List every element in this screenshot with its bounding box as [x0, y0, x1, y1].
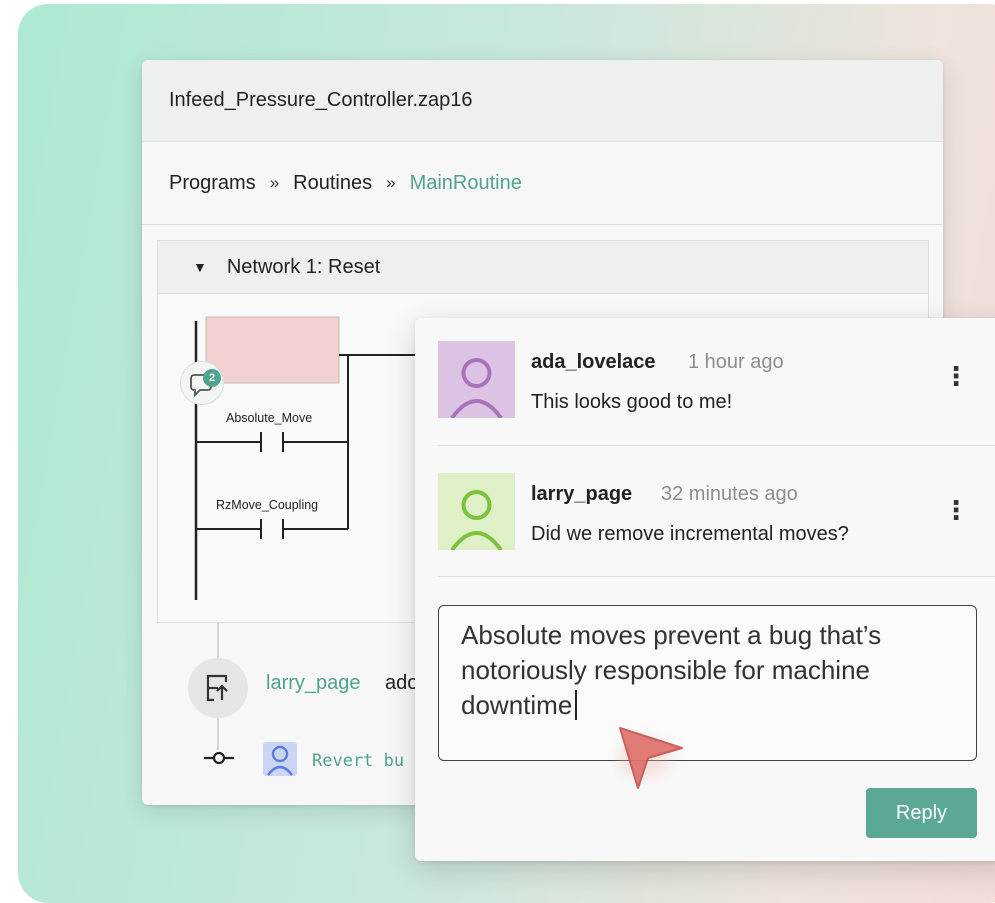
user-icon — [450, 358, 503, 420]
divider — [438, 576, 995, 577]
reply-textarea[interactable]: Absolute moves prevent a bug that’s noto… — [438, 605, 977, 761]
text-caret — [575, 690, 578, 720]
commit-node-icon — [204, 751, 234, 765]
reply-text: Absolute moves prevent a bug that’s noto… — [461, 620, 882, 720]
collapse-triangle-icon[interactable]: ▼ — [193, 259, 207, 275]
more-options-icon[interactable]: ⋮ — [943, 497, 969, 523]
breadcrumb: Programs » Routines » MainRoutine — [142, 142, 943, 225]
network-title: Network 1: Reset — [226, 255, 381, 278]
comment-count-badge: 2 — [203, 369, 221, 387]
pointer-cursor-icon — [618, 727, 683, 789]
avatar — [438, 473, 515, 552]
breadcrumb-routines[interactable]: Routines — [293, 172, 372, 195]
comment-text: This looks good to me! — [531, 391, 733, 413]
avatar — [438, 341, 515, 420]
commit-message[interactable]: Revert bu — [312, 751, 404, 771]
divider — [438, 445, 995, 446]
user-icon — [450, 490, 503, 552]
contact-label-rzmove-coupling: RzMove_Coupling — [216, 498, 319, 512]
user-icon — [267, 745, 293, 776]
commit-avatar — [263, 742, 297, 776]
breadcrumb-mainroutine[interactable]: MainRoutine — [410, 172, 522, 195]
comment-item: larry_page 32 minutes ago Did we remove … — [438, 473, 978, 583]
comment-item: ada_lovelace 1 hour ago This looks good … — [438, 341, 978, 451]
comment-timestamp: 1 hour ago — [688, 351, 784, 373]
comment-timestamp: 32 minutes ago — [661, 483, 798, 505]
contact-label-absolute-move: Absolute_Move — [226, 411, 313, 425]
upload-doc-icon — [188, 658, 248, 718]
network-header[interactable]: ▼ Network 1: Reset — [158, 241, 928, 294]
comment-username: larry_page — [531, 483, 633, 505]
breadcrumb-separator: » — [269, 173, 280, 192]
breadcrumb-separator: » — [386, 173, 396, 192]
history-action-text: ado — [385, 672, 419, 694]
window-title: Infeed_Pressure_Controller.zap16 — [169, 89, 473, 111]
comment-popup: ada_lovelace 1 hour ago This looks good … — [415, 318, 995, 861]
rung-output-box — [205, 316, 340, 384]
breadcrumb-programs[interactable]: Programs — [169, 172, 256, 195]
history-user-link[interactable]: larry_page — [266, 672, 361, 695]
comment-badge[interactable]: 2 — [180, 361, 224, 405]
comment-username: ada_lovelace — [531, 351, 656, 373]
reply-button[interactable]: Reply — [866, 788, 977, 838]
window-titlebar: Infeed_Pressure_Controller.zap16 — [142, 60, 943, 142]
more-options-icon[interactable]: ⋮ — [943, 363, 969, 389]
comment-text: Did we remove incremental moves? — [531, 523, 849, 545]
upload-doc-glyph — [206, 674, 228, 702]
